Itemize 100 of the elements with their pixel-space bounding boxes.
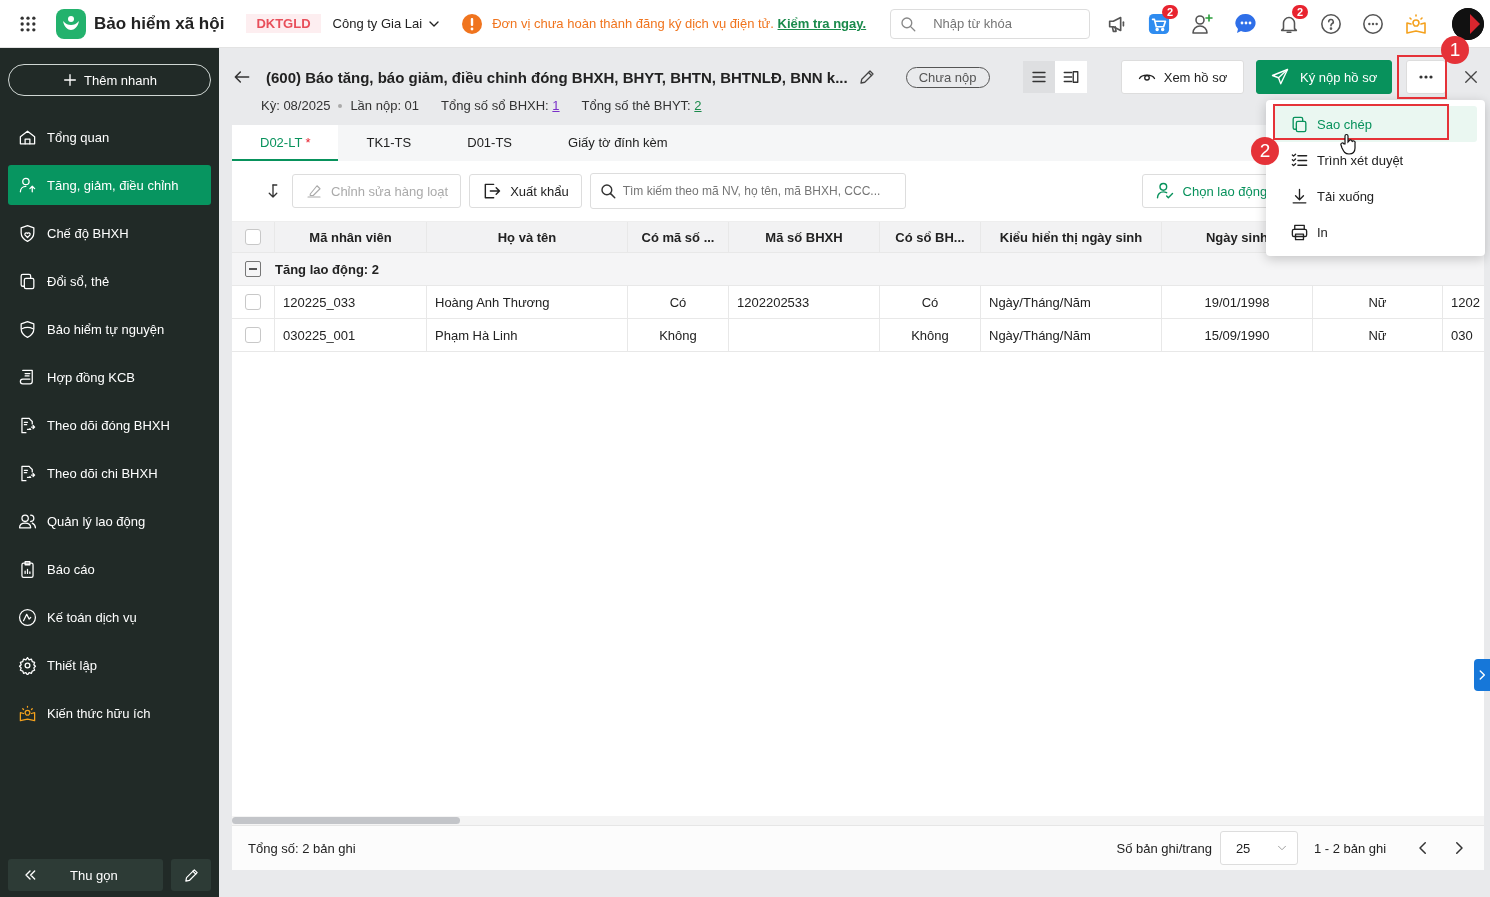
sidebar-item[interactable]: Theo dõi chi BHXH bbox=[8, 453, 211, 493]
user-arrow-icon bbox=[18, 175, 37, 195]
document-title: (600) Báo tăng, báo giảm, điều chỉnh đóng BHXH, BHYT, BHTN, BHTNLĐ, BNN k... bbox=[266, 68, 848, 86]
avatar[interactable] bbox=[1452, 7, 1485, 40]
view-toggle[interactable] bbox=[1022, 61, 1055, 93]
app-title: Bảo hiểm xã hội bbox=[94, 13, 225, 34]
pencil-icon[interactable] bbox=[857, 68, 876, 86]
warning-icon bbox=[462, 13, 483, 34]
table-cell: 030225_001 bbox=[283, 327, 356, 343]
count-link[interactable]: 1 bbox=[552, 98, 560, 113]
submit-button[interactable]: Ký nộp hồ sơ bbox=[1256, 60, 1393, 94]
tab[interactable]: Giấy tờ đính kèm bbox=[540, 125, 696, 161]
sidebar-item[interactable]: Tổng quan bbox=[8, 117, 211, 157]
logo-icon bbox=[56, 8, 86, 39]
column-header: Có mã số ... bbox=[628, 222, 729, 252]
lightbulb-book-icon bbox=[18, 703, 37, 723]
sidebar-item[interactable]: Kế toán dịch vụ bbox=[8, 597, 211, 637]
column-header: Họ và tên bbox=[427, 222, 628, 252]
table-cell: Phạm Hà Linh bbox=[435, 327, 518, 343]
unit-code-tag: DKTGLD bbox=[246, 14, 321, 33]
shield-icon bbox=[18, 319, 37, 339]
table-cell: Không bbox=[659, 327, 697, 343]
tab[interactable]: D01-TS bbox=[439, 125, 541, 161]
table-cell: 19/01/1998 bbox=[1204, 294, 1270, 310]
user-check-icon bbox=[1154, 181, 1175, 201]
table-cell: 1202202533 bbox=[737, 294, 810, 310]
count-link[interactable]: 2 bbox=[694, 98, 702, 113]
table-cell: Có bbox=[669, 294, 687, 310]
help-icon[interactable] bbox=[1320, 12, 1343, 35]
group-toggle[interactable] bbox=[245, 261, 261, 277]
pencil-icon bbox=[182, 866, 200, 884]
total-count: Tổng số: 2 bản ghi bbox=[248, 840, 356, 856]
sidebar-item[interactable]: Chế độ BHXH bbox=[8, 213, 211, 253]
meta-text: Kỳ: 08/2025 bbox=[261, 98, 331, 113]
settings-icon bbox=[18, 655, 37, 675]
sidebar-item[interactable]: Đổi sổ, thẻ bbox=[8, 261, 211, 301]
menu-item[interactable]: Sao chép bbox=[1274, 106, 1477, 142]
chat-icon[interactable] bbox=[1234, 11, 1259, 36]
more-button[interactable] bbox=[1406, 60, 1447, 94]
table-cell: Nữ bbox=[1368, 327, 1387, 343]
edit-button[interactable] bbox=[171, 859, 211, 891]
page-size-label: Số bản ghi/trang bbox=[1116, 840, 1212, 856]
table-cell: Ngày/Tháng/Năm bbox=[989, 294, 1091, 310]
sidebar-item[interactable]: Tăng, giảm, điều chỉnh bbox=[8, 165, 211, 205]
meta-text: Lần nộp: 01 bbox=[350, 98, 420, 113]
row-checkbox[interactable] bbox=[245, 327, 261, 343]
column-header: Kiểu hiển thị ngày sinh bbox=[981, 222, 1162, 252]
eraser-icon bbox=[305, 182, 323, 200]
sidebar-item[interactable]: Bảo hiểm tự nguyện bbox=[8, 309, 211, 349]
copy-icon bbox=[1290, 114, 1309, 134]
table-cell: 15/09/1990 bbox=[1204, 327, 1270, 343]
table-cell: 1202 bbox=[1451, 294, 1480, 310]
search-field[interactable]: Nhập từ khóa bbox=[890, 8, 1091, 39]
shield-heart-icon bbox=[18, 223, 37, 243]
menu-item[interactable]: Tải xuống bbox=[1274, 178, 1477, 214]
more-icon[interactable] bbox=[1362, 12, 1385, 35]
table-cell: 120225_033 bbox=[283, 294, 356, 310]
documents-icon bbox=[18, 271, 37, 291]
company-selector[interactable]: Công ty Gia Lai bbox=[332, 15, 443, 32]
sidebar-item[interactable]: Thiết lập bbox=[8, 645, 211, 685]
document-arrow-icon bbox=[18, 463, 37, 483]
highlight-frame bbox=[1397, 55, 1447, 99]
plus-icon bbox=[62, 72, 78, 88]
record-range: 1 - 2 bản ghi bbox=[1313, 840, 1387, 856]
view-toggle[interactable] bbox=[1054, 61, 1087, 93]
sidebar-item[interactable]: Theo dõi đóng BHXH bbox=[8, 405, 211, 445]
notification-badge: 2 bbox=[1162, 4, 1179, 19]
tab[interactable]: TK1-TS bbox=[338, 125, 440, 161]
sidebar-item[interactable]: Quản lý lao động bbox=[8, 501, 211, 541]
column-header: Mã nhân viên bbox=[275, 222, 427, 252]
chart-circle-icon bbox=[18, 607, 37, 627]
more-icon bbox=[1419, 75, 1434, 79]
document-arrow-icon bbox=[18, 415, 37, 435]
clipboard-icon bbox=[18, 559, 37, 579]
table-cell: Ngày/Tháng/Năm bbox=[989, 327, 1091, 343]
export-button[interactable]: Xuất khẩu bbox=[469, 174, 582, 208]
hand-cursor-icon bbox=[1340, 133, 1358, 155]
download-icon bbox=[1290, 186, 1309, 206]
row-checkbox[interactable] bbox=[245, 294, 261, 310]
table-cell: Nữ bbox=[1368, 294, 1387, 310]
notification-badge: 2 bbox=[1292, 4, 1309, 19]
page-size-select[interactable]: 25 bbox=[1219, 831, 1298, 865]
table-cell: 030 bbox=[1451, 327, 1473, 343]
sidebar-item[interactable]: Kiến thức hữu ích bbox=[8, 693, 211, 733]
check-now-link[interactable]: Kiểm tra ngay. bbox=[777, 16, 867, 31]
tab[interactable]: D02-LT * bbox=[232, 125, 339, 161]
scrollbar-thumb[interactable] bbox=[232, 817, 460, 824]
sidebar-item[interactable]: Hợp đồng KCB bbox=[8, 357, 211, 397]
add-user-icon[interactable] bbox=[1190, 11, 1215, 36]
table-cell: Có bbox=[921, 294, 939, 310]
sidebar-item[interactable]: Báo cáo bbox=[8, 549, 211, 589]
warning-message: Đơn vị chưa hoàn thành đăng ký dịch vụ điện tử. Kiểm tra ngay. bbox=[492, 16, 867, 31]
split-view-icon bbox=[1061, 68, 1080, 86]
collapse-button[interactable]: Thu gọn bbox=[8, 859, 163, 891]
column-header: Có sổ BH... bbox=[880, 222, 981, 252]
expand-handle[interactable] bbox=[1474, 659, 1490, 691]
view-button[interactable]: Xem hồ sơ bbox=[1120, 60, 1245, 94]
search-field[interactable]: Tìm kiếm theo mã NV, họ tên, mã BHXH, CCC... bbox=[589, 173, 906, 209]
column-header: Mã số BHXH bbox=[729, 222, 880, 252]
meta-text: Tổng số thẻ BHYT: 2 bbox=[581, 98, 702, 113]
